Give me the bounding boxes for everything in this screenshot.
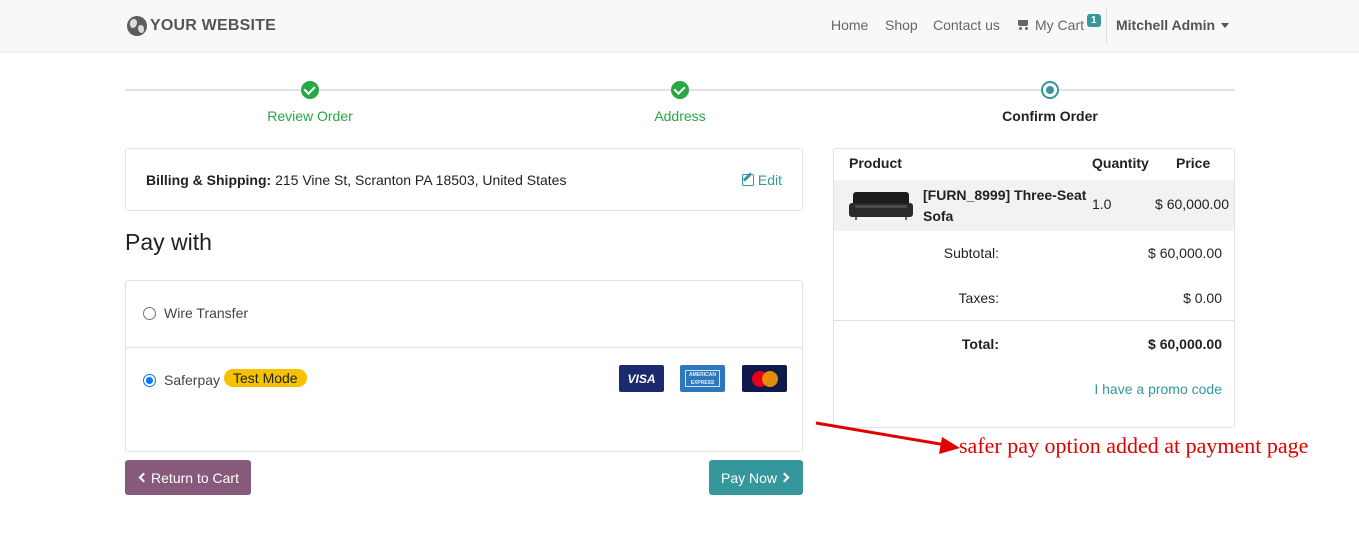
edit-address-link[interactable]: Edit [741, 172, 782, 188]
nav-home[interactable]: Home [831, 17, 868, 33]
payment-methods-box: Wire Transfer Saferpay Test Mode VISA AM… [125, 280, 803, 452]
promo-code-link[interactable]: I have a promo code [1094, 381, 1222, 397]
annotation-text: safer pay option added at payment page [959, 433, 1309, 458]
pay-now-button[interactable]: Pay Now [709, 460, 803, 495]
logo-text: YOUR WEBSITE [150, 17, 276, 34]
order-summary: Product Quantity Price [FURN_8999] Three… [833, 148, 1235, 428]
cart-icon [1016, 19, 1030, 31]
wizard-step-label: Review Order [267, 108, 353, 124]
pay-with-heading: Pay with [125, 229, 212, 255]
subtotal-label: Subtotal: [943, 245, 999, 261]
billing-shipping-card: Billing & Shipping: 215 Vine St, Scranto… [125, 148, 803, 211]
billing-address-value: 215 Vine St, Scranton PA 18503, United S… [275, 172, 567, 188]
wire-transfer-radio[interactable] [143, 307, 156, 320]
product-image [849, 189, 913, 222]
column-header-product: Product [849, 155, 902, 171]
taxes-value: $ 0.00 [1183, 290, 1222, 306]
wire-transfer-label[interactable]: Wire Transfer [164, 305, 248, 321]
check-circle-icon [301, 81, 319, 99]
edit-icon [741, 174, 754, 186]
cart-label: My Cart [1035, 17, 1084, 33]
visa-icon: VISA [619, 365, 664, 392]
edit-label: Edit [757, 172, 782, 188]
total-label: Total: [961, 336, 999, 352]
table-row: [FURN_8999] Three-Seat Sofa 1.0 $ 60,000… [834, 180, 1234, 231]
return-to-cart-button[interactable]: Return to Cart [125, 460, 251, 495]
mastercard-icon [742, 365, 787, 392]
billing-address: Billing & Shipping: 215 Vine St, Scranto… [146, 172, 566, 188]
cart-count-badge: 1 [1087, 13, 1101, 27]
return-to-cart-label: Return to Cart [151, 469, 239, 486]
column-header-price: Price [1176, 155, 1211, 171]
chevron-right-icon [779, 472, 790, 483]
saferpay-label[interactable]: Saferpay [164, 372, 220, 388]
globe-icon [127, 16, 147, 36]
nav-divider [1106, 8, 1107, 44]
summary-divider [834, 320, 1234, 321]
saferpay-radio[interactable] [143, 374, 156, 387]
chevron-left-icon [138, 472, 149, 483]
wizard-step-label: Address [654, 108, 706, 124]
site-logo[interactable]: YOUR WEBSITE [127, 14, 276, 38]
billing-label: Billing & Shipping: [146, 172, 272, 188]
total-value: $ 60,000.00 [1148, 336, 1222, 352]
current-step-dot-icon [1041, 81, 1059, 99]
taxes-label: Taxes: [958, 290, 999, 306]
product-name[interactable]: [FURN_8999] Three-Seat Sofa [923, 185, 1088, 227]
nav-my-cart[interactable]: My Cart 1 [1016, 13, 1101, 33]
product-price: $ 60,000.00 [1155, 196, 1229, 212]
amex-icon: AMERICAN EXPRESS [680, 365, 725, 392]
product-quantity: 1.0 [1092, 196, 1112, 212]
user-name: Mitchell Admin [1116, 17, 1216, 33]
annotation-arrow-icon [815, 421, 960, 454]
nav-shop[interactable]: Shop [885, 17, 918, 33]
pay-now-label: Pay Now [720, 469, 778, 486]
column-header-quantity: Quantity [1092, 155, 1149, 171]
user-menu[interactable]: Mitchell Admin [1116, 17, 1230, 33]
amex-text: AMERICAN EXPRESS [685, 370, 720, 387]
test-mode-badge: Test Mode [224, 369, 307, 387]
visa-text: VISA [627, 371, 656, 386]
subtotal-value: $ 60,000.00 [1148, 245, 1222, 261]
nav-contact-us[interactable]: Contact us [933, 17, 1000, 33]
check-circle-icon [671, 81, 689, 99]
wizard-step-review-order[interactable]: Review Order [210, 81, 410, 124]
top-navbar: YOUR WEBSITE Home Shop Contact us My Car… [0, 0, 1359, 53]
wizard-step-label: Confirm Order [1002, 108, 1098, 124]
wizard-step-address[interactable]: Address [580, 81, 780, 124]
wizard-step-confirm-order: Confirm Order [950, 81, 1150, 124]
caret-down-icon [1221, 22, 1230, 28]
